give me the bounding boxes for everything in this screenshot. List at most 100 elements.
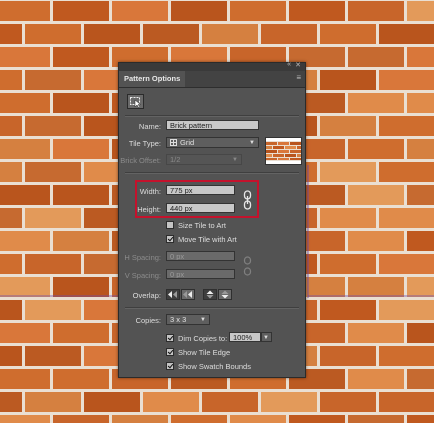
brick	[84, 24, 140, 44]
brick	[202, 392, 258, 412]
brick	[320, 116, 376, 136]
chevron-down-icon: ▼	[263, 335, 269, 341]
brick	[25, 116, 81, 136]
v-spacing-field[interactable]: 0 px	[166, 269, 235, 279]
brick	[0, 254, 22, 274]
tile-type-label: Tile Type:	[128, 139, 161, 148]
brick	[25, 208, 81, 228]
brick	[379, 346, 434, 366]
panel-title-bar[interactable]: « ✕	[119, 61, 305, 71]
brick	[379, 392, 434, 412]
size-tile-to-art-label: Size Tile to Art	[178, 221, 226, 230]
tile-edit-icon	[130, 97, 142, 108]
brick	[202, 24, 258, 44]
brick	[348, 277, 404, 297]
collapse-icon[interactable]: «	[287, 61, 291, 68]
chevron-down-icon: ▼	[232, 157, 238, 163]
show-swatch-bounds-label: Show Swatch Bounds	[178, 362, 251, 371]
brick	[407, 139, 434, 159]
brick	[407, 47, 434, 67]
overlap-left-in-front-button[interactable]	[166, 289, 180, 300]
brick	[379, 24, 434, 44]
show-tile-edge-label: Show Tile Edge	[178, 348, 231, 357]
brick	[53, 1, 109, 21]
brick	[348, 323, 404, 343]
copies-select[interactable]: 3 x 3 ▼	[166, 314, 210, 325]
size-tile-to-art-checkbox[interactable]	[166, 221, 174, 229]
brick	[407, 415, 434, 423]
h-spacing-field[interactable]: 0 px	[166, 251, 235, 261]
brick	[348, 47, 404, 67]
brick	[407, 323, 434, 343]
brick	[407, 277, 434, 297]
close-icon[interactable]: ✕	[295, 61, 301, 69]
show-swatch-bounds-checkbox[interactable]	[166, 362, 174, 370]
separator	[125, 115, 299, 117]
brick	[379, 116, 434, 136]
brick	[171, 415, 227, 423]
brick	[143, 392, 199, 412]
size-highlight-box	[135, 180, 259, 218]
brick	[407, 369, 434, 389]
pattern-options-panel: « ✕ Pattern Options ≡ Name: Brick patter…	[118, 61, 306, 378]
dim-copies-checkbox[interactable]	[166, 334, 174, 342]
copies-value: 3 x 3	[170, 315, 187, 324]
brick	[0, 162, 22, 182]
overlap-right-in-front-button[interactable]	[181, 289, 195, 300]
brick	[25, 392, 81, 412]
dim-copies-field[interactable]: 100%	[229, 332, 261, 342]
brick	[53, 323, 109, 343]
brick-offset-value: 1/2	[170, 155, 181, 164]
brick	[53, 139, 109, 159]
move-tile-with-art-checkbox[interactable]	[166, 235, 174, 243]
dim-copies-dropdown[interactable]: ▼	[261, 332, 272, 342]
panel-menu-icon[interactable]: ≡	[296, 73, 301, 82]
tile-preview-image	[266, 141, 301, 161]
copies-label: Copies:	[135, 316, 161, 325]
brick	[0, 392, 22, 412]
brick	[25, 254, 81, 274]
brick	[348, 369, 404, 389]
brick	[289, 1, 345, 21]
brick	[379, 70, 434, 90]
name-label: Name:	[138, 122, 161, 131]
brick	[25, 162, 81, 182]
brick	[379, 162, 434, 182]
show-tile-edge-checkbox[interactable]	[166, 348, 174, 356]
overlap-bottom-icon	[221, 290, 229, 299]
brick	[25, 70, 81, 90]
brick	[348, 93, 404, 113]
tile-preview	[265, 137, 302, 165]
brick	[320, 346, 376, 366]
brick	[53, 277, 109, 297]
overlap-top-icon	[206, 290, 214, 299]
brick	[0, 277, 50, 297]
overlap-bottom-in-front-button[interactable]	[218, 289, 232, 300]
brick	[348, 185, 404, 205]
move-tile-with-art-label: Move Tile with Art	[178, 235, 237, 244]
dim-copies-label: Dim Copies to:	[178, 334, 228, 343]
brick	[320, 70, 376, 90]
brick	[407, 231, 434, 251]
overlap-label: Overlap:	[132, 291, 161, 300]
tab-pattern-options[interactable]: Pattern Options	[119, 71, 186, 87]
brick	[0, 208, 22, 228]
brick	[0, 300, 22, 320]
name-field[interactable]: Brick pattern	[166, 120, 259, 130]
panel-tab-bar: Pattern Options ≡	[119, 71, 305, 88]
brick	[261, 392, 317, 412]
brick	[0, 70, 22, 90]
grid-icon	[170, 139, 177, 146]
brick	[53, 369, 109, 389]
brick	[112, 1, 168, 21]
tile-type-select[interactable]: Grid ▼	[166, 137, 259, 148]
pattern-tile-tool-button[interactable]	[127, 94, 144, 109]
chain-unlinked-icon[interactable]	[243, 256, 252, 276]
brick-offset-select[interactable]: 1/2 ▼	[166, 154, 242, 165]
overlap-top-in-front-button[interactable]	[203, 289, 217, 300]
brick	[348, 139, 404, 159]
brick	[25, 300, 81, 320]
brick	[320, 254, 376, 274]
brick	[407, 1, 434, 21]
brick	[320, 208, 376, 228]
